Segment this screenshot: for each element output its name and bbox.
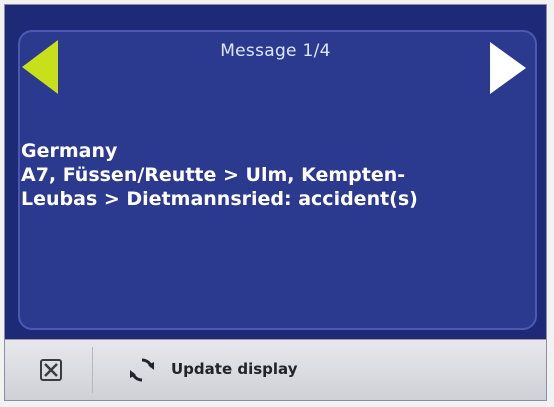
message-counter: Message 1/4: [220, 41, 331, 61]
update-display-label: Update display: [171, 360, 298, 378]
refresh-icon: [130, 358, 154, 382]
close-icon: [40, 359, 62, 381]
update-display-button[interactable]: Update display: [101, 347, 539, 393]
message-text: Germany A7, Füssen/Reutte > Ulm, Kempten…: [21, 139, 501, 211]
next-message-button[interactable]: [486, 40, 530, 96]
traffic-message-screen: Message 1/4 Germany A7, Füssen/Reutte > …: [4, 4, 547, 401]
arrow-right-icon: [490, 42, 526, 94]
bottom-toolbar: Update display: [5, 339, 546, 400]
message-route-line2: Leubas > Dietmannsried: accident(s): [21, 188, 418, 210]
close-button[interactable]: [13, 347, 93, 393]
message-country: Germany: [21, 140, 118, 162]
message-route-line1: A7, Füssen/Reutte > Ulm, Kempten-: [21, 164, 406, 186]
